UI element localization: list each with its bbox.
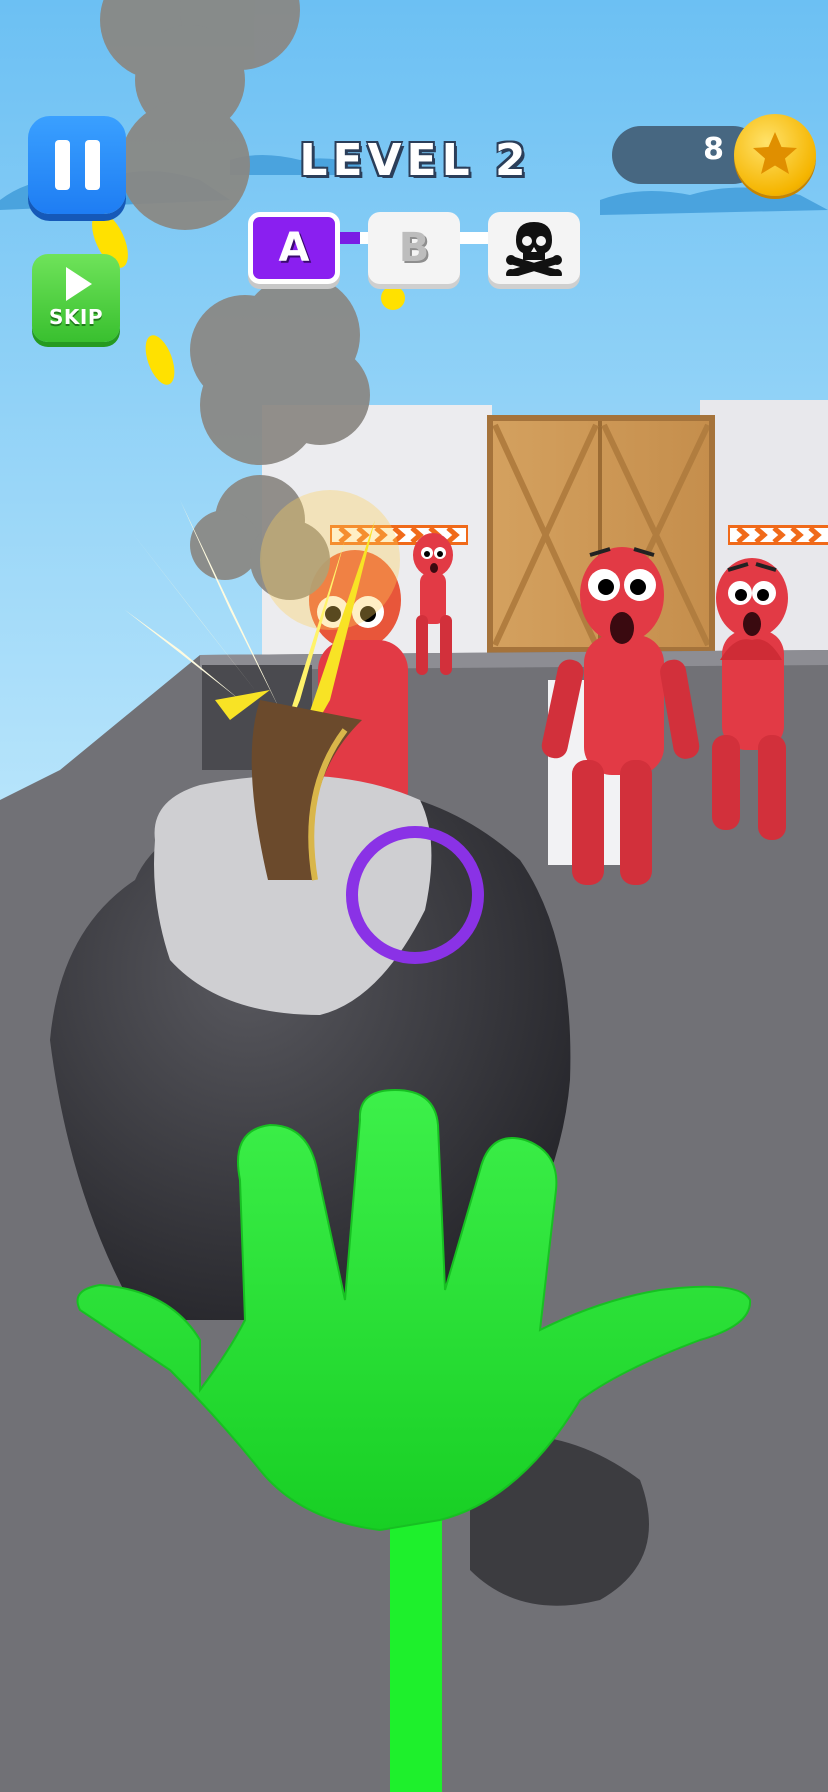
- stage-b-indicator: B: [368, 212, 460, 284]
- warning-stripe: [728, 525, 828, 545]
- coin-count: 8: [703, 132, 724, 167]
- skip-label: SKIP: [48, 305, 103, 329]
- coin-icon: [734, 114, 816, 196]
- stage-boss-indicator: [488, 212, 580, 284]
- stage-a-indicator: A: [248, 212, 340, 284]
- pause-icon: [54, 140, 70, 190]
- skip-button[interactable]: SKIP: [32, 254, 120, 342]
- star-icon: [753, 132, 797, 174]
- pause-button[interactable]: [28, 116, 126, 214]
- skull-crossbones-icon: [506, 222, 562, 276]
- level-title: LEVEL 2: [299, 135, 531, 186]
- play-icon: [66, 267, 92, 301]
